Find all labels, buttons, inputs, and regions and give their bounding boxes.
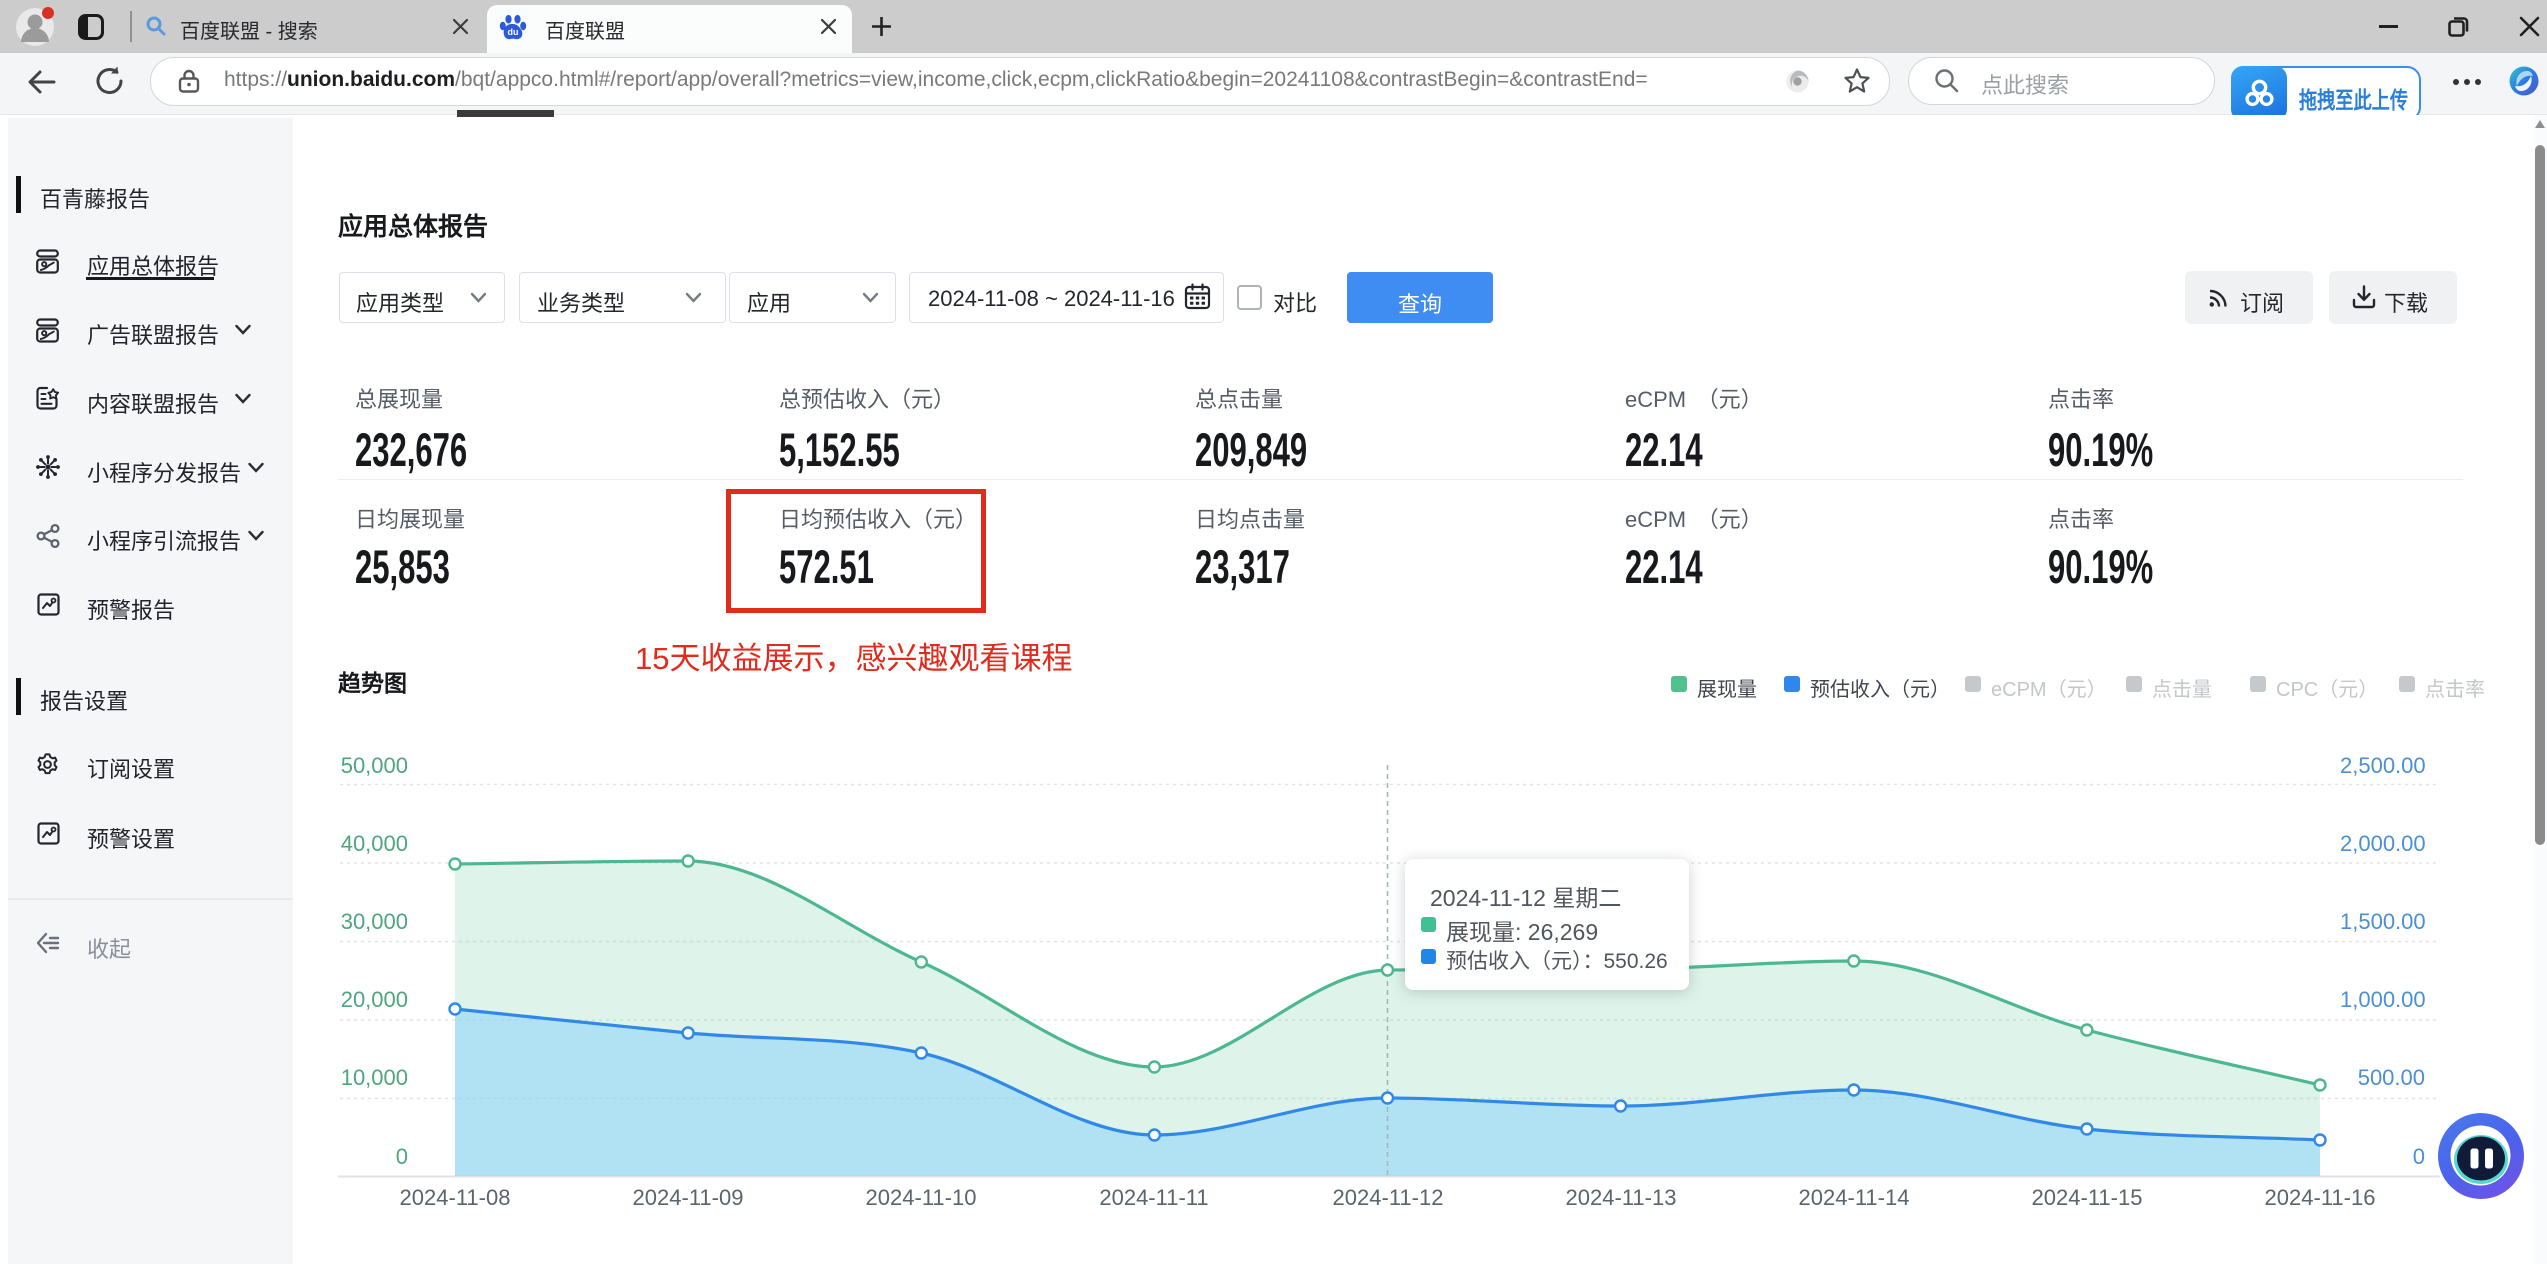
svg-text:du: du (508, 27, 519, 37)
